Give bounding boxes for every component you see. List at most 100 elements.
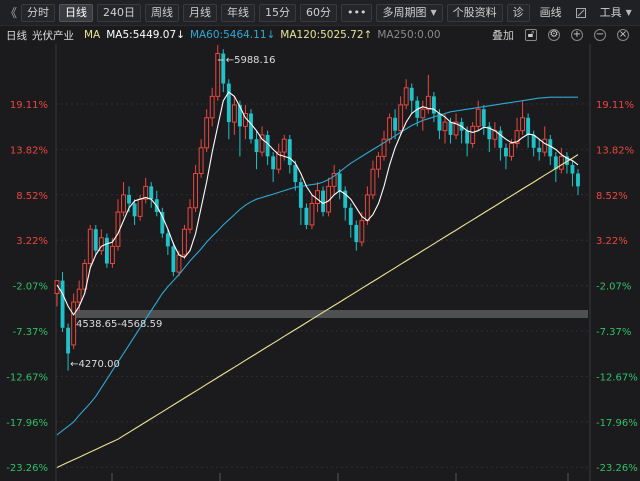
candle-body <box>304 207 309 225</box>
candle-body <box>475 108 481 127</box>
right-tick-label: -17.96% <box>596 418 638 429</box>
period-button[interactable]: 日线 <box>59 3 94 22</box>
candle-body <box>504 147 508 157</box>
candle-body <box>237 104 242 127</box>
candle-body <box>321 190 325 213</box>
remove-icon[interactable]: − <box>594 29 606 41</box>
tools-dropdown[interactable]: 工具 ▼ <box>594 4 638 22</box>
period-button[interactable]: 60分 <box>300 3 338 22</box>
draw-icon[interactable] <box>572 4 590 22</box>
kline-chart[interactable]: 19.11% 13.82% 8.52% 3.22% -2.07% -7.37% -12.67… <box>0 44 640 481</box>
right-axis: 19.11% 13.82% 8.52% 3.22% -2.07% -7.37% -12.67… <box>596 100 638 474</box>
ma120-value: MA120:5025.72↑ <box>280 29 373 41</box>
ma-label: MA <box>84 29 101 41</box>
left-tick-label: -7.37% <box>13 327 48 338</box>
high-label: ←5988.16 <box>226 55 276 66</box>
candle-body <box>71 301 77 346</box>
candle-body <box>121 194 126 213</box>
candle-body <box>60 280 65 328</box>
overlay-button[interactable]: 叠加 <box>492 27 514 43</box>
kline-svg[interactable]: 19.11% 13.82% 8.52% 3.22% -2.07% -7.37% -12.67… <box>0 44 640 481</box>
right-tick-label: -12.67% <box>596 372 638 383</box>
candle-body <box>204 117 210 149</box>
left-tick-label: -17.96% <box>6 418 48 429</box>
back-arrow-icon[interactable]: 《 <box>5 4 17 21</box>
lock-icon[interactable]: 🔓︎ <box>525 29 537 41</box>
candle-body <box>293 164 298 183</box>
candle-body <box>198 147 204 175</box>
candle-body <box>442 121 448 132</box>
period-button[interactable]: 分时 <box>21 3 56 22</box>
candle-body <box>281 138 287 153</box>
candle-body <box>315 190 320 204</box>
candle-body <box>370 168 376 196</box>
period-button[interactable]: 周线 <box>145 3 180 22</box>
candle-body <box>403 87 409 106</box>
candle-body <box>354 224 359 243</box>
candle-body <box>109 245 115 264</box>
candle-body <box>165 233 170 247</box>
candle-body <box>254 139 259 153</box>
sector-name: 光伏产业 <box>32 29 74 42</box>
left-tick-label: 8.52% <box>16 191 48 202</box>
period-button[interactable]: 240日 <box>97 3 142 22</box>
left-tick-label: 13.82% <box>10 145 48 156</box>
period-button[interactable]: 月线 <box>183 3 218 22</box>
period-button[interactable]: 15分 <box>259 3 297 22</box>
add-icon[interactable]: + <box>571 29 583 41</box>
annotations: ←5988.16 ←4270.00 4538.65-4568.59 <box>70 55 275 370</box>
period-button[interactable]: 年线 <box>221 3 256 22</box>
candle-body <box>87 228 93 264</box>
chevron-down-icon: ▼ <box>430 7 437 17</box>
range-label: 4538.65-4568.59 <box>76 319 162 330</box>
diagnose-button[interactable]: 诊 <box>506 3 530 22</box>
settings-icon[interactable]: ⚙ <box>548 29 560 41</box>
right-tick-label: 13.82% <box>596 145 634 156</box>
candle-body <box>420 108 426 119</box>
candle-body <box>76 288 82 303</box>
close-icon[interactable]: × <box>617 29 629 41</box>
draw-line-button[interactable]: 画线 <box>534 4 568 22</box>
candle-body <box>531 134 536 148</box>
candle-body <box>409 87 414 101</box>
more-button[interactable]: ••• <box>341 3 373 22</box>
candle-body <box>465 130 470 144</box>
candle-body <box>359 220 365 243</box>
candle-body <box>425 95 431 110</box>
candle-body <box>481 109 486 127</box>
candle-body <box>287 139 292 165</box>
right-tick-label: -2.07% <box>596 282 631 293</box>
ma60-line <box>56 96 578 436</box>
right-tick-label: 8.52% <box>596 191 628 202</box>
left-tick-label: -12.67% <box>6 372 48 383</box>
candle-body <box>149 186 154 200</box>
stock-info-button[interactable]: 个股资料 <box>446 3 503 22</box>
candle-body <box>137 198 143 217</box>
candle-body <box>226 83 231 123</box>
indicator-controls: 叠加 🔓︎ ⚙ + − × <box>492 26 634 44</box>
candle-body <box>520 117 526 132</box>
candle-body <box>187 207 193 230</box>
multi-period-dropdown[interactable]: 多周期图 ▼ <box>376 3 443 22</box>
right-tick-label: 19.11% <box>596 100 634 111</box>
candle-body <box>309 202 315 226</box>
candle-body <box>393 117 398 131</box>
candle-body <box>376 155 381 170</box>
candle-body <box>570 164 575 174</box>
candle-body <box>470 125 476 145</box>
ma-lines <box>56 91 579 468</box>
ma250-value: MA250:0.00 <box>377 29 441 41</box>
candle-body <box>576 173 580 187</box>
right-tick-label: 3.22% <box>596 236 628 247</box>
candle-body <box>348 207 353 225</box>
candle-body <box>209 95 215 119</box>
candle-body <box>337 173 342 191</box>
candle-body <box>548 139 553 157</box>
candle-body <box>132 203 137 217</box>
candle-body <box>127 194 131 204</box>
candle-body <box>93 229 98 251</box>
left-tick-label: -23.26% <box>6 463 48 474</box>
candle-body <box>526 117 531 135</box>
right-tick-label: -23.26% <box>596 463 638 474</box>
left-tick-label: 19.11% <box>10 100 48 111</box>
